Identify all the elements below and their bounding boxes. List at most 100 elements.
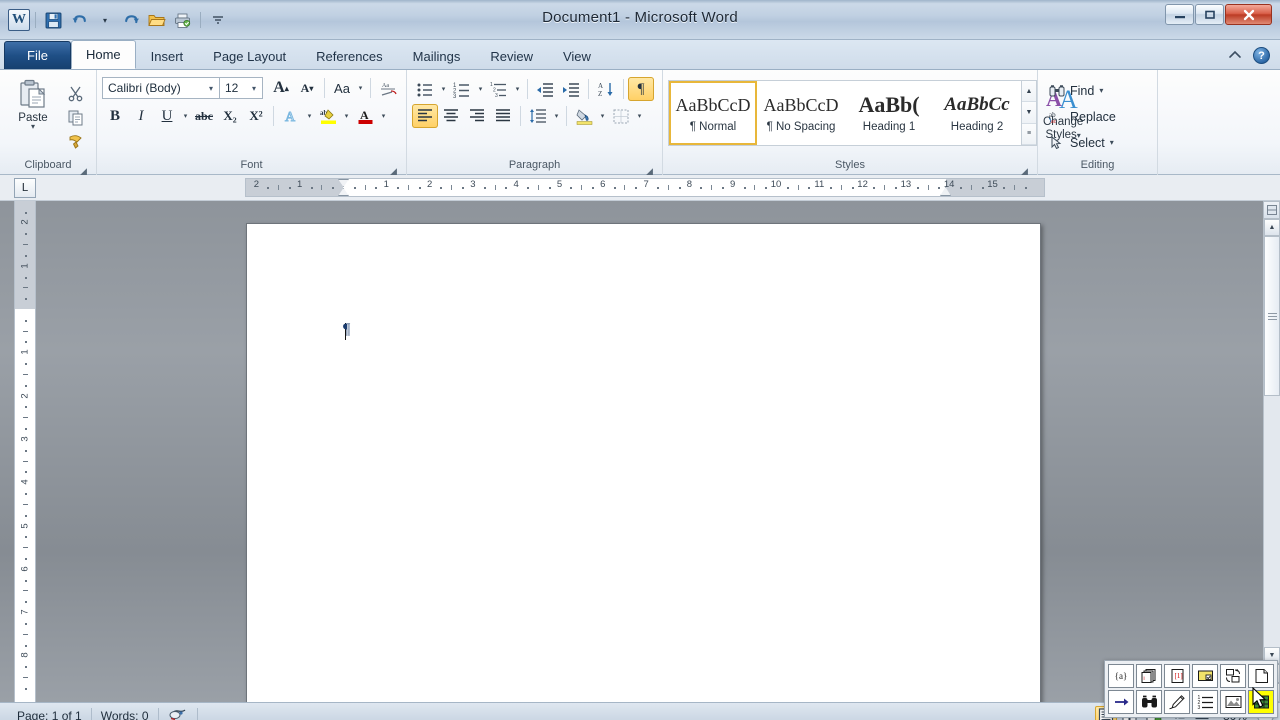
sort-button[interactable]: AZ	[593, 77, 619, 101]
shading-button[interactable]	[571, 104, 597, 128]
scrollbar-thumb[interactable]	[1264, 236, 1280, 396]
format-painter-button[interactable]	[63, 130, 87, 153]
replace-button[interactable]: abac Replace	[1043, 104, 1122, 130]
tab-mailings[interactable]: Mailings	[398, 42, 476, 69]
collapse-ribbon-icon[interactable]	[1227, 48, 1243, 64]
insert-citation-icon[interactable]: {a}	[1108, 664, 1134, 688]
font-color-button[interactable]: A	[352, 104, 378, 128]
increase-indent-button[interactable]	[558, 77, 584, 101]
font-name-combo[interactable]: Calibri (Body) ▾	[102, 77, 220, 99]
font-name-caret-icon[interactable]: ▾	[205, 84, 217, 93]
shading-caret-icon[interactable]: ▾	[597, 104, 608, 128]
scrollbar-track[interactable]	[1264, 236, 1280, 647]
text-highlight-button[interactable]: ab	[315, 104, 341, 128]
change-case-caret-icon[interactable]: ▾	[355, 76, 366, 100]
multilevel-caret-icon[interactable]: ▾	[512, 77, 523, 101]
tab-home[interactable]: Home	[71, 40, 136, 69]
split-window-icon[interactable]	[1263, 201, 1280, 219]
bullets-caret-icon[interactable]: ▾	[438, 77, 449, 101]
styles-dialog-launcher-icon[interactable]: ◢	[1019, 163, 1030, 174]
styles-more-button[interactable]: ≡	[1022, 124, 1036, 145]
font-dialog-launcher-icon[interactable]: ◢	[388, 163, 399, 174]
edit-pencil-icon[interactable]	[1164, 690, 1190, 714]
scroll-up-button[interactable]: ▲	[1264, 219, 1280, 236]
manage-sources-icon[interactable]: i	[1136, 664, 1162, 688]
tab-insert[interactable]: Insert	[136, 42, 199, 69]
bullets-button[interactable]	[412, 77, 438, 101]
horizontal-ruler[interactable]: 21123456789101112131415	[245, 178, 1045, 197]
line-spacing-button[interactable]	[525, 104, 551, 128]
go-to-icon[interactable]	[1108, 690, 1134, 714]
minimize-button[interactable]	[1165, 4, 1194, 25]
insert-table-icon[interactable]	[1248, 690, 1274, 714]
underline-button[interactable]: U	[154, 104, 180, 128]
find-binoculars-icon[interactable]	[1136, 690, 1162, 714]
help-icon[interactable]: ?	[1253, 47, 1270, 64]
decrease-indent-button[interactable]	[532, 77, 558, 101]
close-button[interactable]	[1225, 4, 1272, 25]
style-no-spacing[interactable]: AaBbCcD ¶ No Spacing	[757, 81, 845, 145]
tab-view[interactable]: View	[548, 42, 606, 69]
document-page[interactable]: ¶	[246, 223, 1041, 702]
proofing-status-button[interactable]	[159, 706, 197, 720]
select-button[interactable]: Select ▾	[1043, 130, 1122, 156]
italic-button[interactable]: I	[128, 104, 154, 128]
paragraph-dialog-launcher-icon[interactable]: ◢	[644, 163, 655, 174]
clear-formatting-button[interactable]: Aa	[375, 76, 401, 100]
bold-button[interactable]: B	[102, 104, 128, 128]
clipboard-dialog-launcher-icon[interactable]: ◢	[78, 163, 89, 174]
borders-button[interactable]	[608, 104, 634, 128]
tab-file[interactable]: File	[4, 41, 71, 69]
swap-pages-icon[interactable]	[1220, 664, 1246, 688]
numbering-button[interactable]: 123	[449, 77, 475, 101]
styles-scroll-down-button[interactable]: ▼	[1022, 102, 1036, 123]
tab-page-layout[interactable]: Page Layout	[198, 42, 301, 69]
blank-page-icon[interactable]	[1248, 664, 1274, 688]
cut-button[interactable]	[63, 82, 87, 105]
subscript-button[interactable]: X₂	[217, 104, 243, 128]
paste-caret-icon[interactable]: ▾	[31, 124, 35, 130]
numbered-list-icon[interactable]: 123	[1192, 690, 1218, 714]
align-right-button[interactable]	[464, 104, 490, 128]
insert-picture-icon[interactable]	[1220, 690, 1246, 714]
grow-font-button[interactable]: A▴	[268, 76, 294, 100]
multilevel-list-button[interactable]: 123	[486, 77, 512, 101]
numbering-caret-icon[interactable]: ▾	[475, 77, 486, 101]
line-spacing-caret-icon[interactable]: ▾	[551, 104, 562, 128]
find-caret-icon[interactable]: ▾	[1099, 86, 1103, 95]
font-size-caret-icon[interactable]: ▾	[248, 84, 260, 93]
vertical-scrollbar[interactable]: ▲ ▼	[1263, 201, 1280, 702]
text-effects-caret-icon[interactable]: ▾	[304, 104, 315, 128]
font-size-combo[interactable]: 12 ▾	[219, 77, 263, 99]
insert-footnote-icon[interactable]: [1]	[1164, 664, 1190, 688]
copy-button[interactable]	[63, 106, 87, 129]
restore-button[interactable]	[1195, 4, 1224, 25]
center-button[interactable]	[438, 104, 464, 128]
style-heading-2[interactable]: AaBbCc Heading 2	[933, 81, 1021, 145]
style-heading-1[interactable]: AaBb( Heading 1	[845, 81, 933, 145]
insert-text-box-icon[interactable]	[1192, 664, 1218, 688]
tab-references[interactable]: References	[301, 42, 397, 69]
show-formatting-marks-button[interactable]: ¶	[628, 77, 654, 101]
style-normal[interactable]: AaBbCcD ¶ Normal	[669, 81, 757, 145]
change-case-button[interactable]: Aa	[329, 76, 355, 100]
select-caret-icon[interactable]: ▾	[1110, 138, 1114, 147]
font-color-caret-icon[interactable]: ▾	[378, 104, 389, 128]
paste-button[interactable]: Paste ▾	[5, 74, 61, 157]
borders-caret-icon[interactable]: ▾	[634, 104, 645, 128]
highlight-caret-icon[interactable]: ▾	[341, 104, 352, 128]
styles-scroll-up-button[interactable]: ▲	[1022, 81, 1036, 102]
find-button[interactable]: Find ▾	[1043, 78, 1122, 104]
page-status[interactable]: Page: 1 of 1	[8, 706, 91, 720]
align-left-button[interactable]	[412, 104, 438, 128]
text-effects-button[interactable]: A	[278, 104, 304, 128]
vertical-ruler[interactable]: 2112345678	[14, 201, 36, 702]
superscript-button[interactable]: X²	[243, 104, 269, 128]
shrink-font-button[interactable]: A▾	[294, 76, 320, 100]
tab-stop-selector[interactable]: L	[14, 178, 36, 198]
tab-review[interactable]: Review	[475, 42, 548, 69]
strikethrough-button[interactable]: abc	[191, 104, 217, 128]
underline-caret-icon[interactable]: ▾	[180, 104, 191, 128]
justify-button[interactable]	[490, 104, 516, 128]
word-count-status[interactable]: Words: 0	[92, 706, 158, 720]
